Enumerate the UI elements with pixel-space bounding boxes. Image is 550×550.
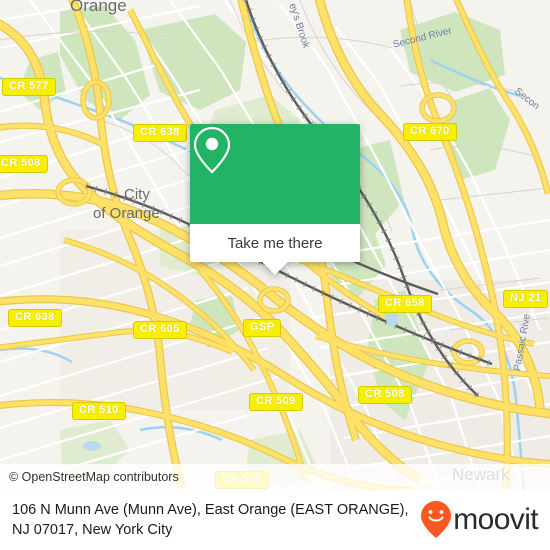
road-shield-cr-638[interactable]: CR 638 xyxy=(8,309,62,327)
popup-icon-area xyxy=(190,124,360,224)
road-shield-cr-605[interactable]: CR 605 xyxy=(133,321,187,339)
road-shield-cr-670[interactable]: CR 670 xyxy=(403,123,457,141)
osm-attribution-text: © OpenStreetMap contributors xyxy=(9,470,179,484)
road-shield-nj-21[interactable]: NJ 21 xyxy=(503,290,549,308)
road-shield-cr-508[interactable]: CR 508 xyxy=(358,386,412,404)
road-shield-cr-658[interactable]: CR 658 xyxy=(378,295,432,313)
road-shield-cr-509[interactable]: CR 509 xyxy=(249,393,303,411)
road-shield-cr-638[interactable]: CR 638 xyxy=(133,124,187,142)
take-me-there-label: Take me there xyxy=(227,234,323,252)
take-me-there-button[interactable]: Take me there xyxy=(190,224,360,262)
road-shield-cr-577[interactable]: CR 577 xyxy=(2,78,56,96)
map-screenshot: .w { fill:none; stroke:#ffe168; } /* yel… xyxy=(0,0,550,550)
road-shield-cr-508[interactable]: CR 508 xyxy=(0,155,48,173)
road-shield-gsp[interactable]: GSP xyxy=(243,319,282,337)
place-label-orange: Orange xyxy=(70,0,127,15)
location-popup-card[interactable]: Take me there xyxy=(190,124,360,275)
moovit-wordmark: moovit xyxy=(453,503,538,536)
road-shield-cr-510[interactable]: CR 510 xyxy=(72,402,126,420)
place-label-city-of-orange-line2: of Orange xyxy=(93,205,160,222)
popup-pointer xyxy=(262,262,288,275)
moovit-pin-icon xyxy=(421,501,452,538)
address-text: 106 N Munn Ave (Munn Ave), East Orange (… xyxy=(12,502,409,538)
map-canvas[interactable]: .w { fill:none; stroke:#ffe168; } /* yel… xyxy=(0,0,550,490)
footer-bar: 106 N Munn Ave (Munn Ave), East Orange (… xyxy=(0,490,550,550)
map-pin-icon xyxy=(193,126,231,174)
place-label-city-of-orange-line1: City xyxy=(124,186,150,203)
map-attribution-bar: © OpenStreetMap contributors xyxy=(0,464,550,490)
moovit-logo[interactable]: moovit xyxy=(419,500,539,540)
